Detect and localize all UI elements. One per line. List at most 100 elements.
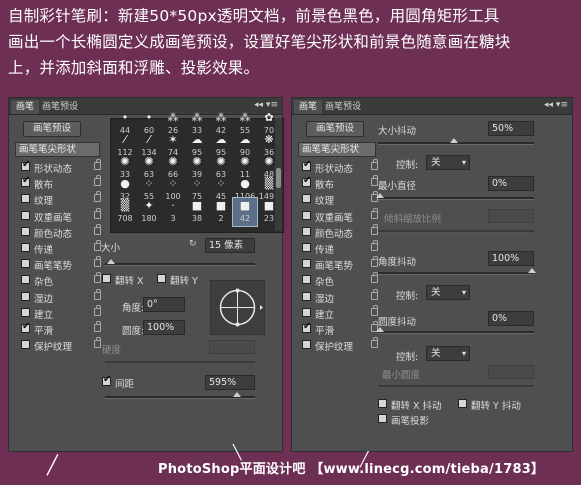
option-checkbox[interactable] bbox=[21, 321, 30, 333]
lock-icon[interactable] bbox=[371, 304, 378, 316]
option-item[interactable]: 形状动态 bbox=[21, 159, 101, 175]
brush-presets-button-right[interactable]: 画笔预设 bbox=[306, 121, 364, 137]
roundness-field[interactable]: 100% bbox=[143, 320, 185, 335]
option-item[interactable]: 双重画笔 bbox=[302, 207, 378, 224]
min-diameter-slider[interactable] bbox=[376, 193, 534, 200]
option-checkbox[interactable] bbox=[21, 242, 30, 252]
option-item[interactable]: 画笔笔势 bbox=[302, 256, 378, 272]
option-checkbox[interactable] bbox=[21, 259, 30, 269]
lock-icon[interactable] bbox=[94, 239, 101, 251]
brush-preset-tile[interactable]: ■ 42 bbox=[232, 197, 258, 227]
roundness-jitter-knob[interactable] bbox=[376, 327, 384, 332]
lock-icon[interactable] bbox=[94, 207, 101, 219]
option-item[interactable]: 建立 bbox=[21, 304, 101, 321]
lock-icon[interactable] bbox=[94, 223, 101, 235]
option-item[interactable]: 散布 bbox=[302, 175, 378, 191]
option-item[interactable]: 双重画笔 bbox=[21, 207, 101, 224]
brush-grid-scrollbar[interactable] bbox=[274, 118, 282, 231]
brush-projection-checkbox[interactable] bbox=[378, 414, 387, 423]
lock-icon[interactable] bbox=[371, 272, 378, 284]
tab-brush[interactable]: 画笔 bbox=[11, 100, 40, 114]
lock-icon[interactable] bbox=[371, 337, 378, 349]
option-item[interactable]: 颜色动态 bbox=[21, 223, 101, 240]
lock-icon[interactable] bbox=[371, 207, 378, 219]
angle-jitter-slider[interactable] bbox=[378, 268, 536, 275]
brush-preset-tile[interactable]: ✦ 180 bbox=[137, 198, 161, 226]
option-checkbox[interactable] bbox=[21, 291, 30, 301]
flip-y-jitter-checkbox[interactable] bbox=[458, 399, 467, 408]
lock-icon[interactable] bbox=[94, 272, 101, 284]
spacing-checkbox[interactable] bbox=[102, 374, 111, 386]
option-item[interactable]: 平滑 bbox=[21, 320, 101, 337]
option-item[interactable]: 纹理 bbox=[302, 191, 378, 207]
lock-icon[interactable] bbox=[94, 288, 101, 300]
lock-icon[interactable] bbox=[371, 175, 378, 187]
brush-tip-shape-header-right[interactable]: 画笔笔尖形状 bbox=[298, 142, 376, 157]
tab-brush-presets-right[interactable]: 画笔预设 bbox=[320, 100, 366, 114]
option-item[interactable]: 画笔笔势 bbox=[21, 256, 101, 272]
flip-y-checkbox[interactable] bbox=[157, 274, 166, 283]
angle-field[interactable]: 0° bbox=[143, 297, 185, 312]
brush-preset-tile[interactable]: ■ 2 bbox=[209, 198, 233, 226]
option-checkbox[interactable] bbox=[302, 159, 311, 171]
brush-preset-tile[interactable]: ■ 38 bbox=[185, 198, 209, 226]
option-checkbox[interactable] bbox=[302, 321, 311, 333]
reset-size-icon[interactable]: ↻ bbox=[189, 239, 197, 249]
lock-icon[interactable] bbox=[94, 175, 101, 187]
option-item[interactable]: 杂色 bbox=[302, 272, 378, 288]
lock-icon[interactable] bbox=[371, 288, 378, 300]
flip-x-jitter-checkbox[interactable] bbox=[378, 399, 387, 408]
lock-icon[interactable] bbox=[94, 320, 101, 332]
option-item[interactable]: 湿边 bbox=[21, 288, 101, 305]
min-diameter-knob[interactable] bbox=[376, 193, 384, 198]
option-checkbox[interactable] bbox=[302, 307, 311, 317]
size-slider[interactable] bbox=[105, 259, 255, 266]
lock-icon[interactable] bbox=[371, 256, 378, 268]
brush-tip-shape-header[interactable]: 画笔笔尖形状 bbox=[15, 142, 100, 157]
option-item[interactable]: 颜色动态 bbox=[302, 223, 378, 240]
spacing-slider-knob[interactable] bbox=[233, 392, 241, 397]
option-item[interactable]: 湿边 bbox=[302, 288, 378, 305]
tab-brush-right[interactable]: 画笔 bbox=[294, 100, 323, 114]
option-checkbox[interactable] bbox=[21, 194, 30, 204]
option-checkbox[interactable] bbox=[302, 259, 311, 269]
brush-preset-tile[interactable]: ▒ 708 bbox=[113, 198, 137, 226]
option-item[interactable]: 传递 bbox=[21, 239, 101, 256]
size-field[interactable]: 15 像素 bbox=[205, 238, 255, 253]
tab-brush-presets[interactable]: 画笔预设 bbox=[37, 100, 83, 114]
control-select-2[interactable]: 关 ▾ bbox=[426, 285, 470, 300]
option-item[interactable]: 保护纹理 bbox=[21, 337, 101, 353]
size-jitter-knob[interactable] bbox=[450, 138, 458, 143]
angle-jitter-field[interactable]: 100% bbox=[488, 251, 534, 266]
size-jitter-slider[interactable] bbox=[378, 138, 534, 145]
option-checkbox[interactable] bbox=[302, 226, 311, 236]
size-slider-knob[interactable] bbox=[107, 259, 115, 264]
brush-presets-button[interactable]: 画笔预设 bbox=[23, 121, 81, 137]
roundness-jitter-slider[interactable] bbox=[376, 327, 534, 334]
option-item[interactable]: 纹理 bbox=[21, 191, 101, 207]
lock-icon[interactable] bbox=[94, 337, 101, 349]
option-item[interactable]: 平滑 bbox=[302, 320, 378, 337]
option-checkbox[interactable] bbox=[21, 210, 30, 220]
scrollbar-thumb[interactable] bbox=[276, 168, 281, 188]
angle-jitter-knob[interactable] bbox=[528, 268, 536, 273]
option-checkbox[interactable] bbox=[302, 242, 311, 252]
panel-menu-icon-right[interactable]: ◂◂ ▾≡ bbox=[544, 100, 568, 110]
option-item[interactable]: 建立 bbox=[302, 304, 378, 321]
flip-x-checkbox[interactable] bbox=[102, 274, 111, 283]
lock-icon[interactable] bbox=[371, 239, 378, 251]
lock-icon[interactable] bbox=[94, 191, 101, 203]
control-select-1[interactable]: 关 ▾ bbox=[426, 155, 470, 170]
option-item[interactable]: 传递 bbox=[302, 239, 378, 256]
option-checkbox[interactable] bbox=[302, 194, 311, 204]
panel-menu-icon[interactable]: ◂◂ ▾≡ bbox=[254, 100, 278, 110]
lock-icon[interactable] bbox=[371, 159, 378, 170]
option-checkbox[interactable] bbox=[21, 175, 30, 188]
brush-preset-tile[interactable]: · 3 bbox=[161, 198, 185, 226]
lock-icon[interactable] bbox=[94, 304, 101, 316]
option-item[interactable]: 杂色 bbox=[21, 272, 101, 288]
lock-icon[interactable] bbox=[371, 223, 378, 235]
option-checkbox[interactable] bbox=[21, 340, 30, 350]
lock-icon[interactable] bbox=[94, 159, 101, 170]
angle-roundness-preview-icon[interactable] bbox=[210, 280, 265, 335]
